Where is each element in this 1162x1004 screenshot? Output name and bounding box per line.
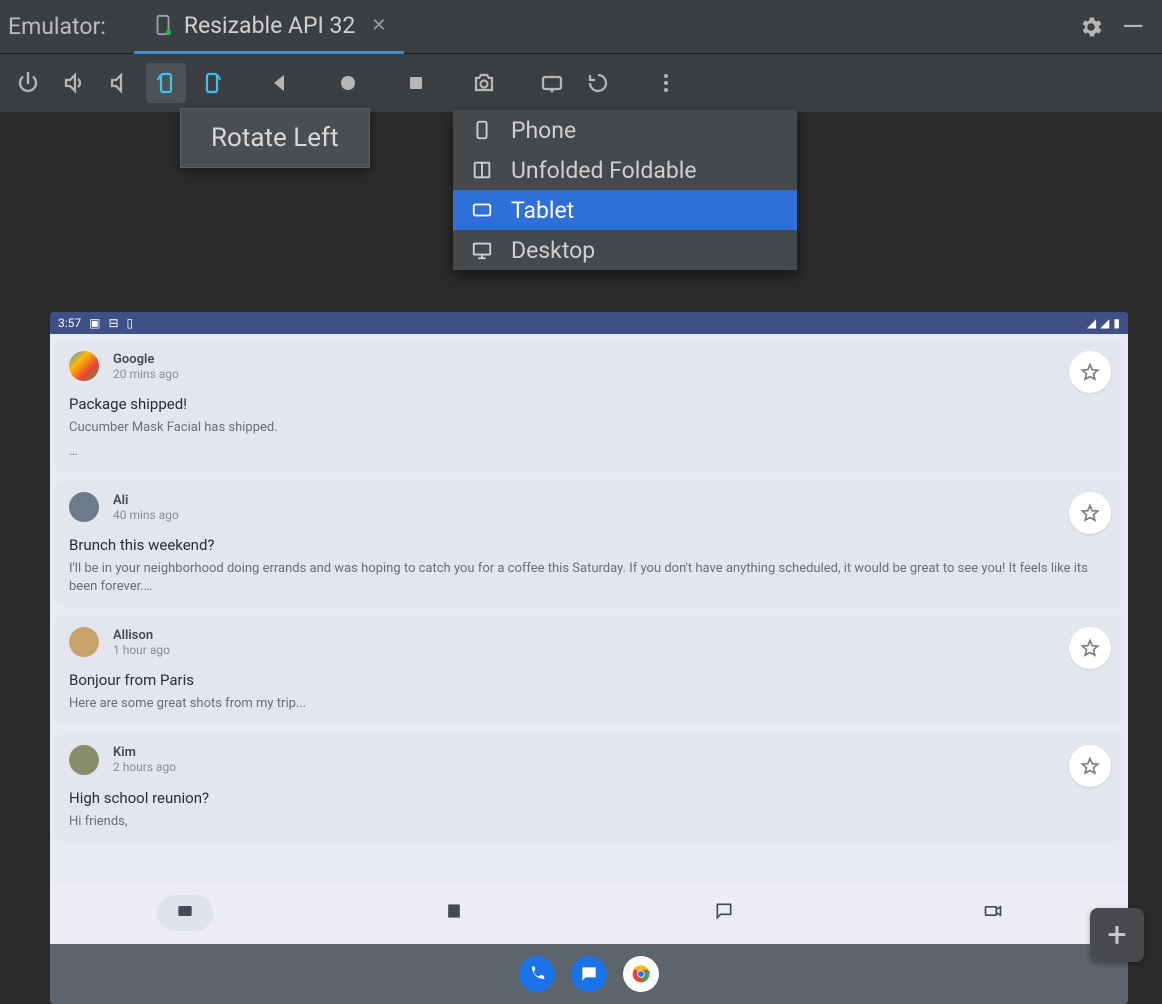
email-time: 20 mins ago (113, 367, 179, 381)
rotate-left-tooltip: Rotate Left (180, 108, 370, 168)
email-subject: Brunch this weekend? (69, 536, 1109, 554)
display-mode-desktop[interactable]: Desktop (453, 230, 797, 270)
email-preview: Hi friends, (69, 813, 1109, 831)
emulator-tab[interactable]: Resizable API 32 ✕ (134, 0, 405, 54)
zoom-add-fab[interactable]: + (1090, 908, 1144, 962)
device-phone-icon (152, 14, 174, 36)
display-mode-button[interactable] (532, 63, 572, 103)
display-mode-menu: Phone Unfolded Foldable Tablet Desktop (453, 110, 797, 270)
avatar (69, 351, 99, 381)
display-mode-phone[interactable]: Phone (453, 110, 797, 150)
close-tab-icon[interactable]: ✕ (365, 15, 386, 36)
back-button[interactable] (260, 63, 300, 103)
display-mode-foldable[interactable]: Unfolded Foldable (453, 150, 797, 190)
email-sender: Kim (113, 745, 176, 760)
minimize-button[interactable]: — (1104, 10, 1154, 43)
signal-icon: ◢ (1100, 316, 1109, 330)
email-time: 2 hours ago (113, 760, 176, 774)
email-list[interactable]: Google 20 mins ago Package shipped! Cucu… (50, 334, 1128, 882)
email-more: … (69, 443, 1109, 461)
emulator-toolbar (0, 54, 1162, 112)
star-button[interactable] (1069, 627, 1111, 669)
star-button[interactable] (1069, 745, 1111, 787)
power-button[interactable] (8, 63, 48, 103)
avatar (69, 492, 99, 522)
battery-icon: ▮ (1113, 316, 1120, 330)
rotate-right-button[interactable] (192, 63, 232, 103)
email-time: 1 hour ago (113, 643, 170, 657)
email-card[interactable]: Kim 2 hours ago High school reunion? Hi … (55, 733, 1123, 843)
display-mode-tablet[interactable]: Tablet (453, 190, 797, 230)
email-preview: I'll be in your neighborhood doing erran… (69, 560, 1109, 595)
star-button[interactable] (1069, 492, 1111, 534)
settings-button[interactable] (1078, 14, 1104, 40)
nav-articles[interactable] (444, 901, 464, 925)
more-button[interactable] (646, 63, 686, 103)
email-sender: Allison (113, 628, 170, 643)
email-subject: Package shipped! (69, 395, 1109, 413)
statusbar-icon: ⊟ (108, 316, 118, 330)
menu-item-label: Unfolded Foldable (511, 157, 697, 184)
nav-inbox[interactable] (157, 895, 213, 931)
email-preview: Here are some great shots from my trip..… (69, 695, 1109, 713)
email-sender: Ali (113, 493, 179, 508)
nav-chat[interactable] (714, 901, 734, 925)
email-card[interactable]: Google 20 mins ago Package shipped! Cucu… (55, 339, 1123, 472)
android-status-bar: 3:57 ▣ ⊟ ▯ ◢ ◢ ▮ (50, 312, 1128, 334)
volume-up-button[interactable] (54, 63, 94, 103)
email-subject: High school reunion? (69, 789, 1109, 807)
star-button[interactable] (1069, 351, 1111, 393)
volume-down-button[interactable] (100, 63, 140, 103)
messages-app-icon[interactable] (571, 956, 607, 992)
avatar (69, 627, 99, 657)
tab-title: Resizable API 32 (184, 12, 356, 39)
email-subject: Bonjour from Paris (69, 671, 1109, 689)
menu-item-label: Phone (511, 117, 576, 144)
email-card[interactable]: Allison 1 hour ago Bonjour from Paris He… (55, 615, 1123, 725)
menu-item-label: Desktop (511, 237, 595, 264)
overview-button[interactable] (396, 63, 436, 103)
avatar (69, 745, 99, 775)
tabstrip: Emulator: Resizable API 32 ✕ — (0, 0, 1162, 54)
statusbar-icon: ▣ (89, 316, 100, 330)
chrome-app-icon[interactable] (623, 956, 659, 992)
email-card[interactable]: Ali 40 mins ago Brunch this weekend? I'l… (55, 480, 1123, 607)
app-bottom-nav (50, 882, 1128, 944)
rotate-left-button[interactable] (146, 63, 186, 103)
nav-video[interactable] (983, 901, 1003, 925)
email-preview: Cucumber Mask Facial has shipped. (69, 419, 1109, 437)
emulator-label: Emulator: (8, 13, 134, 40)
android-taskbar (50, 944, 1128, 1004)
email-time: 40 mins ago (113, 508, 179, 522)
menu-item-label: Tablet (511, 197, 574, 224)
email-sender: Google (113, 352, 179, 367)
wifi-icon: ◢ (1087, 316, 1096, 330)
snapshots-button[interactable] (578, 63, 618, 103)
screenshot-button[interactable] (464, 63, 504, 103)
home-button[interactable] (328, 63, 368, 103)
statusbar-time: 3:57 (58, 316, 81, 330)
emulated-device: 3:57 ▣ ⊟ ▯ ◢ ◢ ▮ Google 20 mins ago (50, 312, 1128, 1004)
statusbar-icon: ▯ (127, 316, 134, 330)
phone-app-icon[interactable] (519, 956, 555, 992)
